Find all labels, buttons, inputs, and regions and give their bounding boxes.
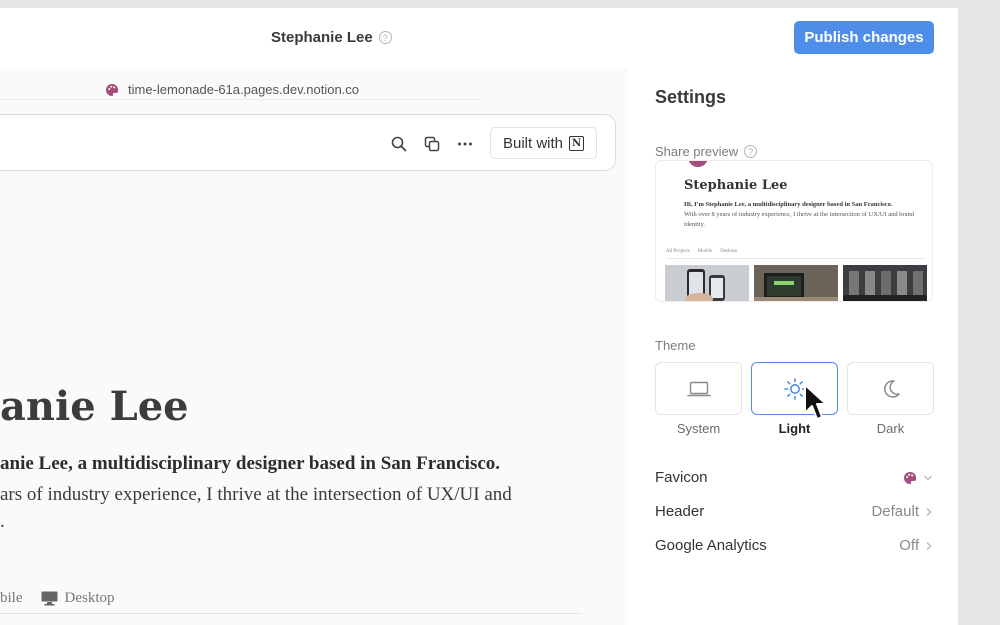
chevron-right-icon [926,541,932,550]
settings-title: Settings [655,87,727,107]
more-icon[interactable] [456,135,474,153]
notion-logo-icon: N [569,135,585,151]
moon-icon [883,379,900,398]
tab-mobile-label: bile [0,590,23,606]
laptop-icon [686,381,711,396]
project-thumbnail [665,265,749,301]
favicon-value[interactable] [903,471,933,485]
google-analytics-row[interactable]: Google Analytics Off [655,537,933,554]
chevron-right-icon [926,507,932,516]
theme-option-system[interactable] [655,362,742,415]
built-with-notion-button[interactable]: Built with N [490,127,597,159]
built-with-label: Built with [502,134,564,152]
google-analytics-value[interactable]: Off [899,537,933,554]
google-analytics-label: Google Analytics [655,537,767,554]
header-value[interactable]: Default [871,503,933,520]
palette-icon [904,471,917,484]
tab-desktop[interactable]: Desktop [41,590,115,607]
hero-intro: anie Lee, a multidisciplinary designer b… [0,453,501,474]
header-value-text: Default [871,503,919,520]
share-preview-card[interactable]: Stephanie Lee Hi, I'm Stephanie Lee, a m… [655,160,933,302]
mini-name: Stephanie Lee [684,178,788,193]
theme-label-dark: Dark [876,421,905,436]
site-preview: time-lemonade-61a.pages.dev.notion.co Bu… [0,68,628,625]
help-icon[interactable]: ? [378,31,392,44]
project-tabs: bile Desktop [0,590,133,607]
publish-changes-button[interactable]: Publish changes [794,21,934,54]
search-icon[interactable] [390,135,408,153]
theme-label: Theme [655,338,696,353]
settings-panel: Settings Share preview ? Stephanie Lee H… [628,68,958,625]
page-title-text: Stephanie Lee [271,29,373,46]
mini-avatar [688,161,708,167]
project-thumbnail [843,265,927,301]
share-preview-help-icon[interactable]: ? [744,145,758,158]
theme-option-dark[interactable] [847,362,934,415]
desktop-icon [41,591,57,606]
hero-bio-line-1: ars of industry experience, I thrive at … [0,484,512,505]
tab-mobile[interactable]: bile [0,590,23,607]
share-preview-label: Share preview ? [655,144,758,159]
mouse-pointer-icon [804,384,827,420]
tab-desktop-label: Desktop [64,590,115,606]
tabs-divider [0,613,582,614]
share-preview-label-text: Share preview [655,144,739,159]
mini-bio-bold: Hi, I'm Stephanie Lee, a multidisciplina… [684,201,893,208]
site-header: Built with N [0,114,616,171]
top-bar: Stephanie Lee ? Publish changes [0,8,958,68]
mini-bio: Hi, I'm Stephanie Lee, a multidisciplina… [684,200,924,230]
project-thumbnail [754,265,838,301]
page-title: Stephanie Lee ? [271,29,392,46]
header-row[interactable]: Header Default [655,503,933,520]
mini-tabs: All Projects Mobile Desktop [666,249,737,254]
favicon-label: Favicon [655,469,708,486]
mini-divider [666,258,926,259]
theme-label-system: System [676,421,721,436]
favicon-row[interactable]: Favicon [655,469,933,486]
hero-name: anie Lee [0,383,189,430]
url-bar: time-lemonade-61a.pages.dev.notion.co [0,80,480,100]
header-label: Header [655,503,705,520]
google-analytics-value-text: Off [899,537,919,554]
mini-tab: All Projects [666,249,690,254]
chevron-down-icon [924,475,932,480]
mini-tab: Desktop [720,249,737,254]
mini-bio-text: With over 8 years of industry experience… [684,211,915,228]
duplicate-icon[interactable] [423,135,441,153]
app-window: Stephanie Lee ? Publish changes time-lem… [0,8,958,625]
mini-tab: Mobile [697,249,713,254]
hero-bio-line-2: . [0,511,5,532]
palette-icon [106,83,119,96]
site-url[interactable]: time-lemonade-61a.pages.dev.notion.co [128,82,359,97]
